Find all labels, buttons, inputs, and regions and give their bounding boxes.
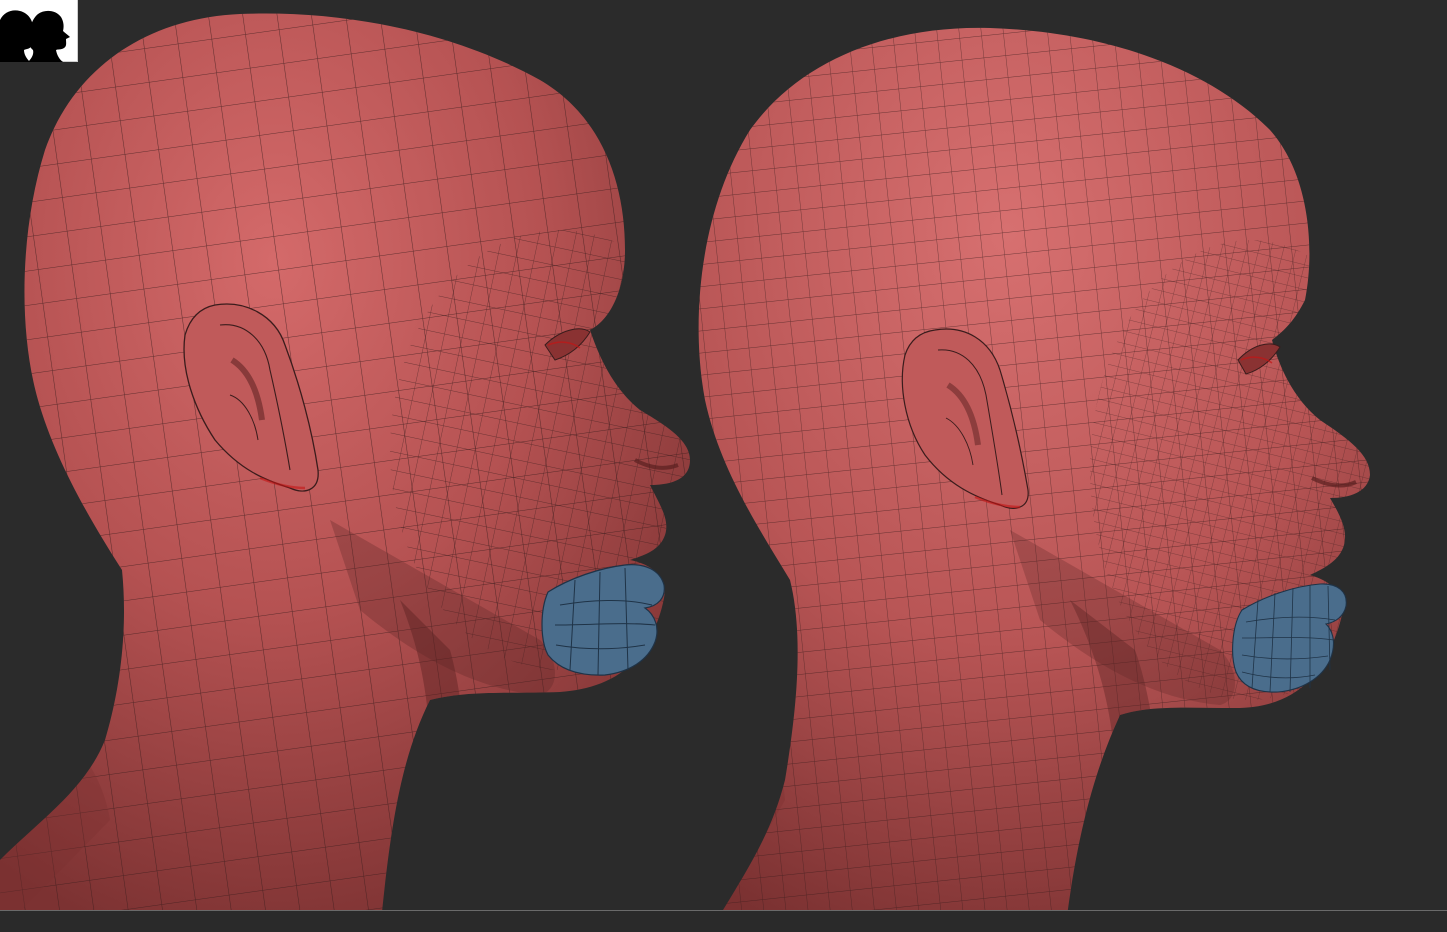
zbrush-viewport[interactable] <box>0 0 1447 932</box>
head-model-highres[interactable] <box>690 0 1447 932</box>
head-model-lowres[interactable] <box>0 0 720 932</box>
viewport-bottom-strip <box>0 911 1447 932</box>
